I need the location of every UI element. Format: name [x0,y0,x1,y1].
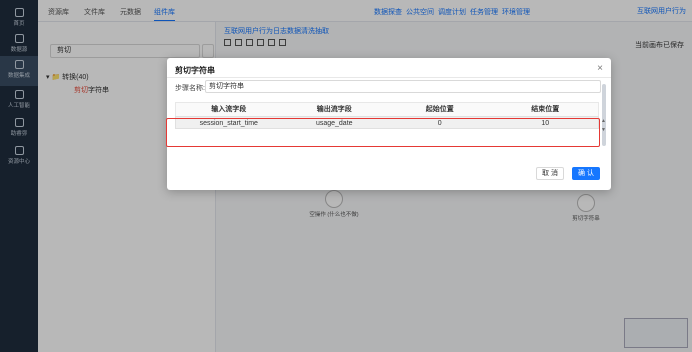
scroll-up-icon[interactable]: ▲ [601,118,606,124]
scroll-down-icon[interactable]: ▼ [601,127,606,133]
divider [167,77,611,78]
confirm-button[interactable]: 确 认 [572,167,600,180]
highlight-frame [166,118,600,147]
col-start: 起始位置 [425,106,454,113]
cancel-button[interactable]: 取 消 [536,167,564,180]
table-scrollbar[interactable] [602,84,606,146]
step-name-label: 步骤名称: [175,85,205,92]
dialog-title: 剪切字符串 [175,66,215,75]
col-end: 结束位置 [531,106,560,113]
col-input: 输入流字段 [211,106,247,113]
table-header: 输入流字段 输出流字段 起始位置 结束位置 [175,102,599,116]
step-name-input[interactable]: 剪切字符串 [205,80,601,93]
close-icon[interactable]: × [597,63,603,74]
col-output: 输出流字段 [316,106,352,113]
